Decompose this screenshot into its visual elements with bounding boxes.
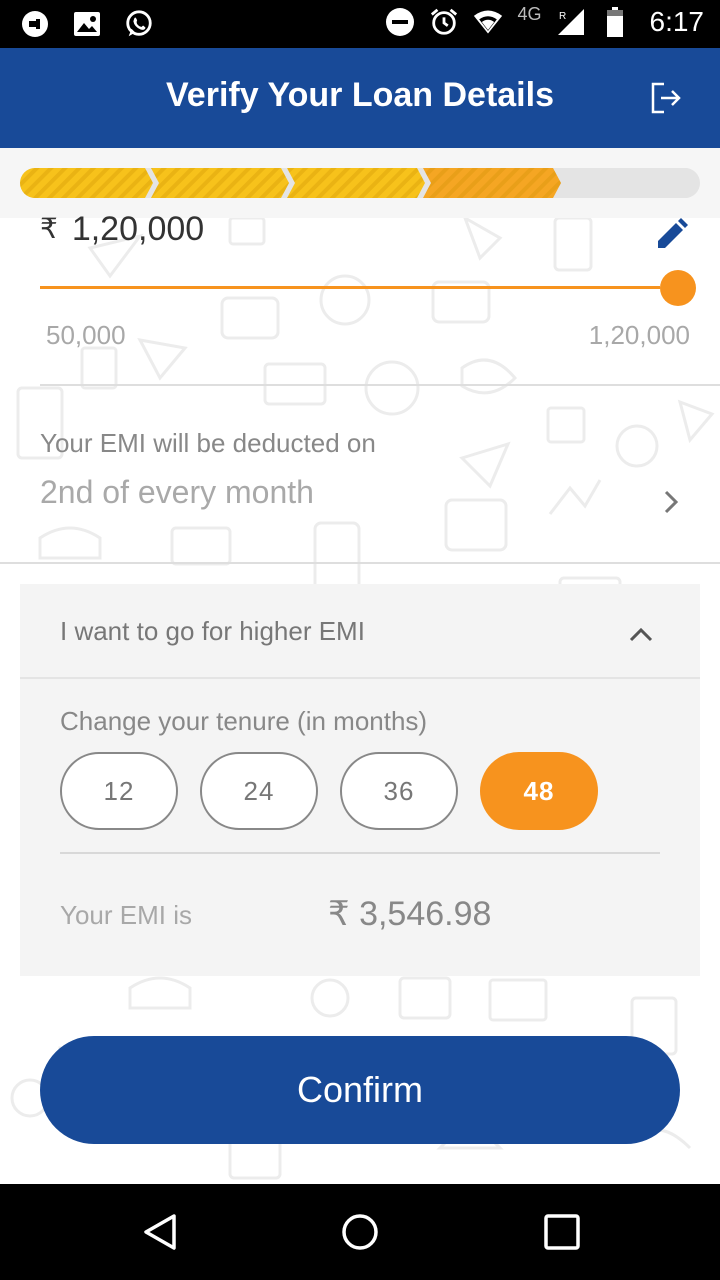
progress-step-5 bbox=[559, 168, 697, 198]
higher-emi-title: I want to go for higher EMI bbox=[60, 616, 365, 646]
confirm-button[interactable]: Confirm bbox=[40, 1036, 680, 1144]
exit-icon[interactable] bbox=[648, 80, 684, 116]
wifi-icon bbox=[473, 6, 503, 38]
divider bbox=[0, 562, 720, 564]
home-icon[interactable] bbox=[340, 1212, 380, 1252]
signal-icon: R bbox=[556, 6, 586, 38]
progress-step-hatch-1 bbox=[20, 168, 153, 198]
slider-max-label: 1,20,000 bbox=[588, 320, 690, 350]
pencil-icon[interactable] bbox=[654, 218, 688, 252]
loan-amount: ₹1,20,000 bbox=[40, 210, 204, 249]
progress-bar bbox=[20, 168, 700, 198]
emi-label: Your EMI is bbox=[60, 900, 192, 930]
progress-segments bbox=[20, 168, 697, 198]
tenure-label: Change your tenure (in months) bbox=[60, 706, 428, 736]
clock: 6:17 bbox=[649, 6, 705, 37]
emi-value: ₹ 3,546.98 bbox=[328, 895, 492, 933]
tenure-option-24[interactable]: 24 bbox=[200, 752, 318, 830]
app-bar: Verify Your Loan Details bbox=[0, 48, 720, 148]
status-bar-right: 4G R 6:17 bbox=[385, 3, 705, 38]
navigation-bar bbox=[0, 1184, 720, 1280]
divider bbox=[60, 852, 660, 854]
notification-dot-icon bbox=[20, 8, 50, 40]
emi-date-row[interactable]: Your EMI will be deducted on 2nd of ever… bbox=[0, 386, 720, 562]
tenure-option-12[interactable]: 12 bbox=[60, 752, 178, 830]
svg-text:R: R bbox=[559, 11, 566, 22]
tenure-options: 12 24 36 48 bbox=[60, 752, 598, 830]
progress-stepper bbox=[0, 148, 720, 218]
status-bar: 4G R 6:17 bbox=[0, 0, 720, 48]
network-type: 4G bbox=[517, 3, 542, 24]
progress-step-hatch-4 bbox=[423, 168, 561, 198]
do-not-disturb-icon bbox=[385, 6, 415, 38]
back-icon[interactable] bbox=[140, 1212, 180, 1252]
chevron-up-icon[interactable] bbox=[628, 624, 654, 644]
slider-thumb[interactable] bbox=[660, 270, 696, 306]
loan-amount-slider[interactable] bbox=[40, 270, 696, 306]
emi-date-value: 2nd of every month bbox=[40, 474, 314, 510]
page-title: Verify Your Loan Details bbox=[166, 76, 554, 114]
tenure-option-48[interactable]: 48 bbox=[480, 752, 598, 830]
progress-step-hatch-2 bbox=[151, 168, 289, 198]
higher-emi-panel: I want to go for higher EMI Change your … bbox=[20, 584, 700, 976]
chevron-right-icon bbox=[660, 488, 684, 516]
whatsapp-icon bbox=[124, 8, 154, 40]
currency-symbol: ₹ bbox=[40, 213, 58, 244]
battery-icon bbox=[600, 6, 630, 38]
slider-track[interactable] bbox=[40, 286, 660, 289]
progress-step-hatch-3 bbox=[287, 168, 425, 198]
recents-icon[interactable] bbox=[542, 1212, 582, 1252]
alarm-icon bbox=[429, 6, 459, 38]
higher-emi-header[interactable]: I want to go for higher EMI bbox=[20, 584, 700, 679]
image-icon bbox=[72, 8, 102, 40]
loan-amount-value: 1,20,000 bbox=[71, 210, 205, 248]
slider-min-label: 50,000 bbox=[46, 320, 126, 350]
status-bar-left bbox=[20, 8, 154, 40]
emi-date-label: Your EMI will be deducted on bbox=[40, 428, 376, 458]
tenure-option-36[interactable]: 36 bbox=[340, 752, 458, 830]
